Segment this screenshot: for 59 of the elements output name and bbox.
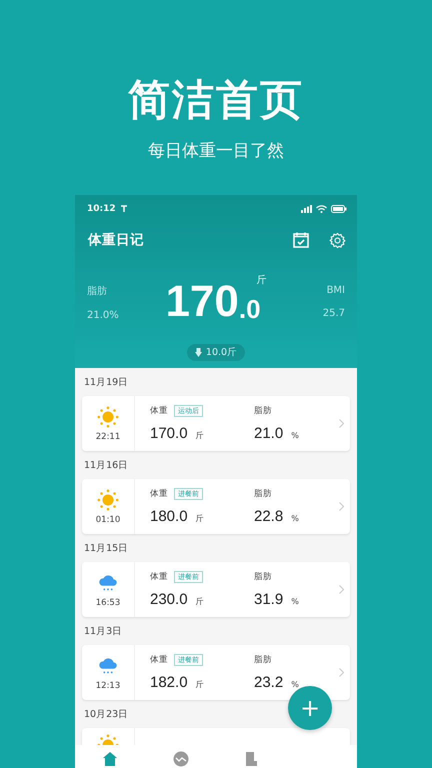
promo-title: 简洁首页 — [128, 74, 304, 126]
weight-unit: 斤 — [196, 513, 204, 524]
record-fat: 23.2 — [254, 674, 284, 691]
record-weight: 230.0 — [150, 591, 188, 608]
chart-icon[interactable] — [172, 751, 189, 767]
weight-label: 体重 — [150, 654, 168, 666]
weight-decimal: .0 — [238, 293, 261, 325]
record-time: 22:11 — [96, 432, 120, 442]
app-title: 体重日记 — [88, 231, 144, 249]
weight-unit: 斤 — [256, 274, 267, 287]
fat-label: 脂肪 — [87, 284, 108, 298]
fat-label: 脂肪 — [254, 654, 272, 666]
weight-value: 170 — [165, 279, 239, 325]
fat-unit: % — [291, 597, 299, 606]
signal-icon — [300, 204, 312, 212]
bmi-value: 25.7 — [322, 308, 345, 319]
promo-subtitle: 每日体重一目了然 — [148, 140, 284, 162]
record-time: 16:53 — [96, 598, 120, 608]
record-time: 01:10 — [96, 514, 120, 524]
record-time: 12:13 — [96, 680, 120, 690]
weight-label: 体重 — [150, 571, 168, 583]
record-weight: 180.0 — [150, 508, 188, 525]
date-heading: 11月16日 — [83, 458, 128, 472]
chevron-right-icon — [339, 585, 344, 594]
sun-icon — [97, 406, 119, 428]
record-weight: 170.0 — [150, 425, 188, 442]
date-heading: 11月15日 — [83, 542, 128, 556]
record-weight: 182.0 — [150, 674, 188, 691]
weight-unit: 斤 — [196, 596, 204, 607]
fat-label: 脂肪 — [254, 488, 272, 500]
weight-label: 体重 — [150, 488, 168, 500]
status-time: 10:12 — [87, 204, 116, 214]
battery-icon — [331, 204, 347, 212]
calendar-check-icon[interactable] — [293, 232, 309, 248]
fat-unit: % — [291, 514, 299, 523]
settings-icon[interactable] — [329, 232, 346, 248]
home-icon[interactable] — [102, 751, 118, 767]
bmi-label: BMI — [326, 285, 345, 296]
fat-value: 21.0% — [87, 310, 120, 320]
weight-label: 体重 — [150, 405, 168, 417]
fat-unit: % — [291, 431, 299, 440]
record-fat: 22.8 — [254, 508, 284, 525]
antenna-icon — [120, 204, 128, 212]
date-heading: 10月23日 — [83, 708, 128, 722]
chevron-right-icon — [339, 419, 344, 428]
date-heading: 11月19日 — [83, 376, 128, 390]
date-heading: 11月3日 — [83, 624, 122, 638]
fat-label: 脂肪 — [254, 571, 272, 583]
weight-unit: 斤 — [196, 679, 204, 690]
fat-label: 脂肪 — [254, 405, 272, 417]
fat-unit: % — [291, 680, 299, 689]
weight-change: 10.0斤 — [206, 346, 238, 359]
sun-icon — [97, 488, 119, 510]
record-fat: 31.9 — [254, 591, 284, 608]
chevron-right-icon — [339, 668, 344, 677]
record-fat: 21.0 — [254, 425, 284, 442]
wifi-icon — [316, 204, 327, 212]
chevron-right-icon — [339, 502, 344, 511]
weight-unit: 斤 — [196, 430, 204, 441]
